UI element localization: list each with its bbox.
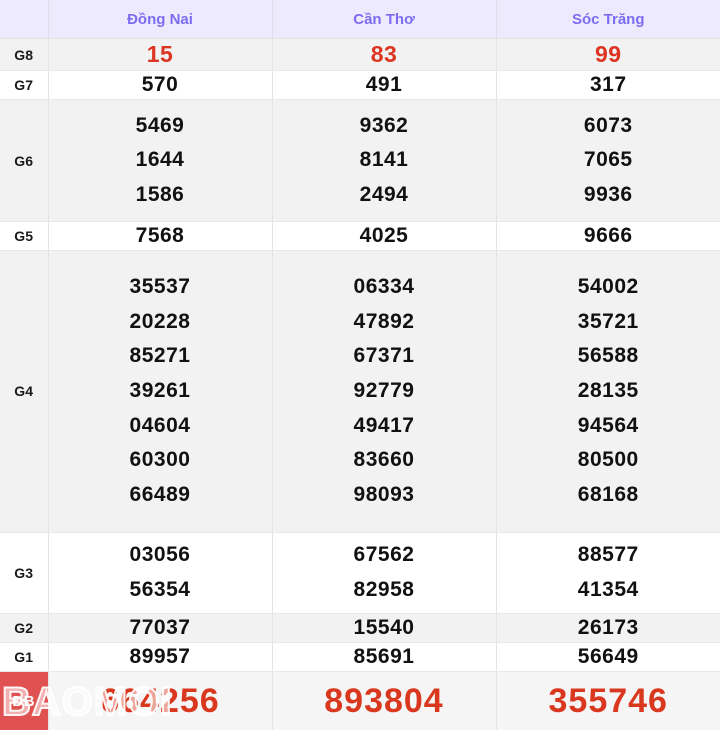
prize-cell: 99 [496, 38, 720, 72]
prize-cell: 88577 41354 [496, 532, 720, 615]
prize-cell: 06334 47892 67371 92779 49417 83660 98093 [272, 250, 497, 533]
prize-cell: 77037 [48, 613, 273, 643]
header-corner-cell [0, 0, 49, 39]
prize-number: 06334 [353, 274, 415, 298]
prize-number: 66489 [129, 482, 191, 506]
prize-cell: 4025 [272, 221, 497, 251]
prize-number: 41354 [577, 577, 639, 601]
prize-number: 68168 [577, 482, 639, 506]
prize-cell: 9666 [496, 221, 720, 251]
special-prize-badge: ĐB [0, 671, 49, 730]
prize-cell: 7568 [48, 221, 273, 251]
table-header: Đồng Nai Cần Thơ Sóc Trăng [0, 0, 720, 39]
prize-row-g5: G5 7568 4025 9666 [0, 221, 720, 251]
prize-number: 35537 [129, 274, 191, 298]
prize-number: 60300 [129, 448, 191, 472]
prize-label-g1: G1 [0, 642, 49, 672]
prize-row-g7: G7 570 491 317 [0, 70, 720, 101]
prize-row-g8: G8 15 83 99 [0, 38, 720, 72]
special-prize-number: 893804 [272, 671, 497, 730]
prize-number: 9936 [583, 182, 633, 206]
prize-row-g6: G6 5469 1644 1586 9362 8141 2494 6073 7065 9936 [0, 99, 720, 222]
prize-number: 1586 [135, 182, 185, 206]
prize-cell: 6073 7065 9936 [496, 99, 720, 222]
header-row: Đồng Nai Cần Thơ Sóc Trăng [0, 0, 720, 39]
prize-number: 49417 [353, 413, 415, 437]
prize-number: 56354 [129, 577, 191, 601]
prize-cell: 35537 20228 85271 39261 04604 60300 66489 [48, 250, 273, 533]
prize-number: 9362 [359, 113, 409, 137]
prize-number: 67562 [353, 543, 415, 567]
prize-cell: 89957 [48, 642, 273, 672]
prize-cell: 85691 [272, 642, 497, 672]
prize-number: 20228 [129, 309, 191, 333]
column-header-province-1: Đồng Nai [48, 0, 273, 39]
prize-number: 85271 [129, 344, 191, 368]
prize-number: 83660 [353, 448, 415, 472]
prize-number: 35721 [577, 309, 639, 333]
special-prize-number: 664256 [48, 671, 273, 730]
prize-row-g2: G2 77037 15540 26173 [0, 613, 720, 643]
column-header-province-3: Sóc Trăng [496, 0, 720, 39]
prize-cell: 491 [272, 70, 497, 101]
prize-cell: 26173 [496, 613, 720, 643]
column-header-province-2: Cần Thơ [272, 0, 497, 39]
prize-label-g3: G3 [0, 532, 49, 615]
prize-number: 8141 [359, 148, 409, 172]
prize-number: 67371 [353, 344, 415, 368]
prize-label-g7: G7 [0, 70, 49, 101]
lottery-results-table: Đồng Nai Cần Thơ Sóc Trăng G8 15 83 99 G7 570… [0, 0, 720, 730]
prize-number: 28135 [577, 378, 639, 402]
special-prize-number: 355746 [496, 671, 720, 730]
prize-row-g1: G1 89957 85691 56649 [0, 642, 720, 672]
prize-number: 04604 [129, 413, 191, 437]
prize-label-g2: G2 [0, 613, 49, 643]
prize-number: 88577 [577, 543, 639, 567]
prize-number: 39261 [129, 378, 191, 402]
prize-cell: 9362 8141 2494 [272, 99, 497, 222]
prize-label-g4: G4 [0, 250, 49, 533]
prize-number: 2494 [359, 182, 409, 206]
prize-number: 6073 [583, 113, 633, 137]
prize-number: 80500 [577, 448, 639, 472]
prize-label-g5: G5 [0, 221, 49, 251]
prize-label-g8: G8 [0, 38, 49, 72]
prize-number: 98093 [353, 482, 415, 506]
prize-number: 03056 [129, 543, 191, 567]
prize-cell: 83 [272, 38, 497, 72]
prize-number: 92779 [353, 378, 415, 402]
prize-number: 54002 [577, 274, 639, 298]
prize-cell: 67562 82958 [272, 532, 497, 615]
prize-number: 94564 [577, 413, 639, 437]
prize-cell: 15540 [272, 613, 497, 643]
prize-number: 56588 [577, 344, 639, 368]
prize-cell: 5469 1644 1586 [48, 99, 273, 222]
prize-cell: 570 [48, 70, 273, 101]
table-body: G8 15 83 99 G7 570 491 317 G6 5469 1644 1586 9362 814… [0, 38, 720, 730]
prize-row-g3: G3 03056 56354 67562 82958 88577 41354 [0, 532, 720, 615]
prize-row-g4: G4 35537 20228 85271 39261 04604 60300 66489 063… [0, 250, 720, 533]
prize-cell: 317 [496, 70, 720, 101]
prize-label-g6: G6 [0, 99, 49, 222]
prize-number: 7065 [583, 148, 633, 172]
prize-cell: 54002 35721 56588 28135 94564 80500 68168 [496, 250, 720, 533]
prize-cell: 15 [48, 38, 273, 72]
special-prize-row: ĐB 664256 893804 355746 [0, 671, 720, 730]
prize-cell: 03056 56354 [48, 532, 273, 615]
prize-number: 5469 [135, 113, 185, 137]
prize-number: 82958 [353, 577, 415, 601]
prize-cell: 56649 [496, 642, 720, 672]
prize-number: 1644 [135, 148, 185, 172]
prize-number: 47892 [353, 309, 415, 333]
special-prize-label: ĐB [12, 692, 36, 710]
